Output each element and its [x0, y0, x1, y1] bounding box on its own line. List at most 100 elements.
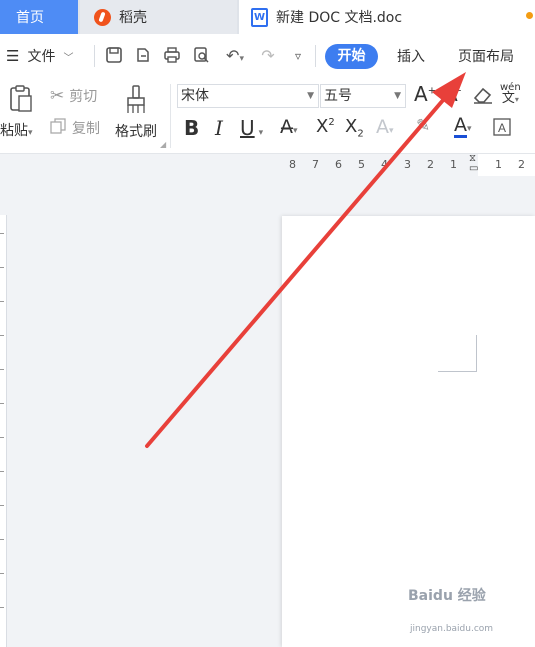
chevron-down-icon: ▾	[28, 128, 33, 138]
clear-format-icon[interactable]	[472, 85, 494, 109]
indent-marker-icon[interactable]: ⧖ ▭	[469, 154, 478, 174]
subscript-icon[interactable]: X2	[345, 116, 364, 140]
watermark-url: jingyan.baidu.com	[410, 624, 493, 634]
menu-divider	[315, 45, 316, 67]
italic-button[interactable]: I	[215, 116, 223, 140]
format-painter-label: 格式刷	[115, 124, 157, 140]
ruler-tick-mark	[0, 437, 4, 438]
ruler-tick: 7	[312, 158, 319, 171]
print-preview-icon[interactable]	[191, 46, 211, 66]
cut-label: 剪切	[69, 89, 98, 105]
paste-label: 粘贴	[0, 123, 28, 139]
menu-row: ☰ 文件 ﹀ ↶▾ ↷ ▿ 开始 插入 页面布局	[0, 34, 535, 78]
font-dialog-launcher-icon[interactable]: ◢	[160, 140, 166, 149]
decrease-font-icon[interactable]: A-	[444, 82, 461, 106]
phonetic-char-icon: 文	[501, 91, 515, 106]
format-painter-button[interactable]: 格式刷	[115, 121, 157, 141]
export-pdf-icon[interactable]	[133, 46, 153, 66]
highlight-icon[interactable]: ✎	[416, 116, 430, 136]
tab-bar: 首页 稻壳 W 新建 DOC 文档.doc	[0, 0, 535, 34]
ruler-tick-mark	[0, 267, 4, 268]
tab-daoke[interactable]: 稻壳	[80, 0, 237, 34]
tab-insert-label: 插入	[397, 49, 425, 65]
font-name-value: 宋体	[181, 88, 209, 104]
italic-label: I	[215, 116, 223, 140]
baidu-watermark: Baidu 经验	[408, 585, 486, 605]
font-color-icon[interactable]: A▾	[454, 114, 472, 138]
copy-label: 复制	[72, 121, 100, 137]
vertical-ruler[interactable]	[0, 215, 7, 647]
ruler-tick: 1	[495, 158, 502, 171]
underline-button[interactable]: U ▾	[240, 116, 263, 140]
watermark-url-text: jingyan.baidu.com	[410, 624, 494, 634]
tab-page-layout-label: 页面布局	[458, 49, 514, 65]
tab-document-label: 新建 DOC 文档.doc	[276, 10, 403, 26]
ribbon: 粘贴▾ ✂ 剪切 复制 格式刷 宋体 ▼ 五号 ▼ A+ A- wén 文▾ B	[0, 78, 535, 154]
paste-icon[interactable]	[8, 84, 34, 118]
file-menu-label: 文件	[27, 49, 56, 65]
bold-label: B	[184, 116, 200, 140]
file-menu[interactable]: ☰ 文件 ﹀	[6, 34, 73, 78]
ribbon-divider	[170, 84, 171, 148]
ruler-tick: 4	[381, 158, 388, 171]
ruler-tick: 5	[358, 158, 365, 171]
superscript-icon[interactable]: X2	[316, 116, 335, 137]
font-size-value: 五号	[324, 88, 352, 104]
ruler-tick-mark	[0, 573, 4, 574]
horizontal-ruler[interactable]: 8 7 6 5 4 3 2 1 1 2 ⧖ ▭	[282, 154, 535, 176]
paste-button[interactable]: 粘贴▾	[0, 120, 33, 140]
phonetic-guide-button[interactable]: wén 文▾	[500, 82, 521, 105]
ruler-tick-mark	[0, 369, 4, 370]
print-icon[interactable]	[162, 46, 182, 66]
text-effect-icon[interactable]: A▾	[376, 116, 394, 138]
chevron-down-icon: ▼	[394, 91, 401, 101]
ruler-tick: 3	[404, 158, 411, 171]
increase-font-icon[interactable]: A+	[414, 82, 436, 106]
copy-button[interactable]: 复制	[50, 118, 100, 138]
ruler-tick: 2	[518, 158, 525, 171]
chevron-down-icon: ﹀	[63, 52, 74, 64]
font-size-select[interactable]: 五号 ▼	[320, 84, 406, 108]
format-painter-icon[interactable]	[124, 84, 148, 120]
save-icon[interactable]	[104, 46, 124, 66]
tab-home-label: 首页	[16, 10, 44, 26]
ruler-tick-mark	[0, 233, 4, 234]
ruler-tick-mark	[0, 335, 4, 336]
unsaved-dot-icon	[526, 12, 533, 19]
tab-insert[interactable]: 插入	[397, 34, 425, 78]
redo-icon[interactable]: ↷	[258, 46, 278, 66]
tab-home[interactable]: 首页	[0, 0, 78, 34]
hamburger-icon: ☰	[6, 47, 20, 65]
ruler-tick: 8	[289, 158, 296, 171]
font-name-select[interactable]: 宋体 ▼	[177, 84, 319, 108]
tab-start[interactable]: 开始	[325, 44, 378, 69]
copy-icon	[50, 118, 66, 138]
ruler-tick: 6	[335, 158, 342, 171]
bold-button[interactable]: B	[184, 116, 199, 140]
daoke-logo-icon	[94, 8, 111, 26]
ruler-tick: 1	[450, 158, 457, 171]
ruler-tick-mark	[0, 403, 4, 404]
undo-icon[interactable]: ↶▾	[220, 46, 250, 66]
ruler-tick-mark	[0, 471, 4, 472]
svg-text:A: A	[498, 121, 506, 135]
margin-corner-mark	[438, 335, 477, 372]
tab-document[interactable]: W 新建 DOC 文档.doc	[239, 0, 535, 34]
watermark-brand: Baidu 经验	[408, 588, 486, 604]
cut-button[interactable]: ✂ 剪切	[50, 86, 97, 106]
menu-divider	[94, 45, 95, 67]
word-doc-icon: W	[251, 7, 268, 27]
strikethrough-icon[interactable]: A̶▾	[280, 116, 298, 138]
tab-start-label: 开始	[337, 48, 366, 64]
ruler-text-area	[478, 154, 535, 176]
tab-daoke-label: 稻壳	[119, 10, 147, 26]
ruler-tick-mark	[0, 301, 4, 302]
more-quick-actions-icon[interactable]: ▿	[288, 46, 308, 66]
character-border-icon[interactable]: A	[493, 118, 511, 140]
ruler-tick-mark	[0, 607, 4, 608]
tab-page-layout[interactable]: 页面布局	[458, 34, 514, 78]
document-page[interactable]	[282, 216, 535, 647]
chevron-down-icon: ▼	[307, 91, 314, 101]
ruler-tick: 2	[427, 158, 434, 171]
ruler-tick-mark	[0, 505, 4, 506]
